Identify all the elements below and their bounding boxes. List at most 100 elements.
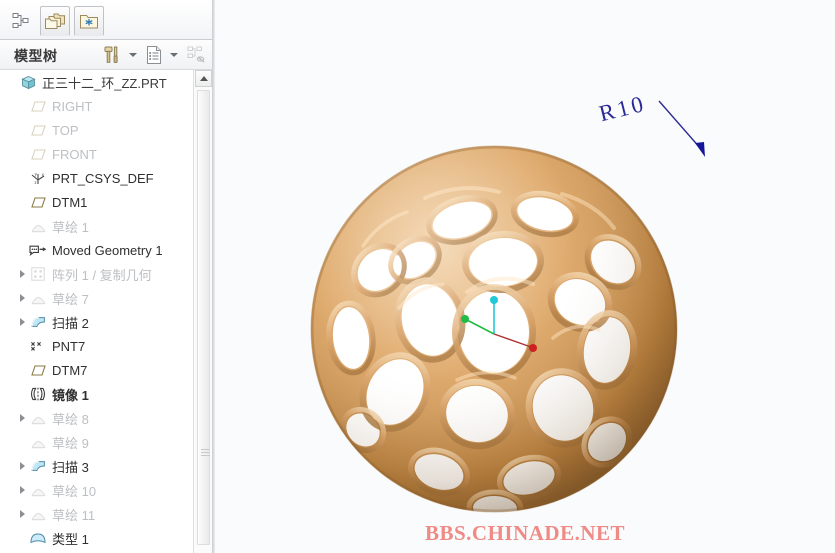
tree-row[interactable]: 草绘 1	[0, 214, 211, 238]
expand-spacer	[16, 190, 28, 214]
tree-row-label: 草绘 10	[52, 483, 97, 499]
tree-row-label: 草绘 8	[52, 411, 89, 427]
tree-row-label: 扫描 3	[52, 459, 89, 475]
tree-hierarchy-icon	[12, 13, 29, 28]
model-tree-tab[interactable]	[6, 6, 36, 36]
tree-row[interactable]: 镜像 1	[0, 382, 211, 406]
tools-button[interactable]	[101, 44, 123, 66]
expand-arrow-icon[interactable]	[16, 454, 28, 478]
tools-dropdown[interactable]	[126, 44, 140, 66]
svg-text:y: y	[35, 171, 38, 176]
tree-row[interactable]: DTM1	[0, 190, 211, 214]
folder-star-icon	[80, 15, 98, 29]
tree-row[interactable]: TOP	[0, 118, 211, 142]
tree-filter-disabled-icon	[187, 46, 205, 63]
model-3d-lattice-sphere[interactable]	[307, 142, 682, 517]
annotation-leader-line	[658, 100, 705, 157]
tree-row[interactable]: Moved Geometry 1	[0, 238, 211, 262]
expand-spacer	[16, 526, 28, 550]
tree-row[interactable]: 草绘 8	[0, 406, 211, 430]
sketch-icon	[28, 288, 48, 308]
sketch-icon	[28, 216, 48, 236]
tree-row[interactable]: 草绘 10	[0, 478, 211, 502]
expand-arrow-icon[interactable]	[16, 406, 28, 430]
radius-annotation-label[interactable]: R10	[597, 91, 649, 128]
model-tree-header: 模型树	[0, 40, 212, 70]
expand-spacer	[16, 214, 28, 238]
site-watermark: BBS.CHINADE.NET	[424, 521, 626, 545]
tree-scrollbar[interactable]	[193, 70, 212, 553]
tree-row[interactable]: 阵列 1 / 复制几何	[0, 262, 211, 286]
tree-row[interactable]: y z x PRT_CSYS_DEF	[0, 166, 211, 190]
tree-row-label: 扫描 2	[52, 315, 89, 331]
tree-row[interactable]: 草绘 7	[0, 286, 211, 310]
expand-spacer	[6, 70, 18, 94]
scroll-thumb[interactable]	[197, 90, 210, 545]
tree-row[interactable]: DTM7	[0, 358, 211, 382]
tree-row-label: 类型 1	[52, 531, 89, 547]
chevron-down-icon	[129, 53, 137, 57]
tree-row[interactable]: 草绘 9	[0, 430, 211, 454]
tree-row[interactable]: RIGHT	[0, 94, 211, 118]
tree-row-label: RIGHT	[52, 98, 93, 114]
mirror-icon	[28, 384, 48, 404]
lattice-sphere-render	[310, 145, 678, 513]
folders-icon	[45, 13, 65, 29]
datum-plane-icon	[28, 96, 48, 116]
datum-plane-icon	[28, 120, 48, 140]
tree-row-label: 镜像 1	[52, 387, 89, 403]
sketch-icon	[28, 480, 48, 500]
tree-row[interactable]: 类型 1	[0, 526, 211, 550]
tree-row[interactable]: 草绘 11	[0, 502, 211, 526]
panel-tabstrip	[0, 0, 212, 40]
expand-spacer	[16, 430, 28, 454]
part-cube-icon	[18, 72, 38, 92]
sketch-icon	[28, 504, 48, 524]
type-icon	[28, 528, 48, 548]
tree-row-label: FRONT	[52, 146, 97, 162]
favorites-tab[interactable]	[74, 6, 104, 36]
sketch-icon	[28, 408, 48, 428]
moved-geometry-icon	[28, 240, 48, 260]
tree-filter-button	[186, 44, 208, 66]
tree-row-label: DTM7	[52, 362, 88, 378]
settings-dropdown[interactable]	[167, 44, 181, 66]
point-icon	[28, 336, 48, 356]
graphics-viewport[interactable]: R10 BBS.CHINADE.NET	[215, 0, 835, 553]
tree-row-label: 草绘 1	[52, 219, 89, 235]
settings-list-button[interactable]	[144, 44, 164, 66]
panel-title: 模型树	[14, 48, 58, 64]
expand-arrow-icon[interactable]	[16, 262, 28, 286]
expand-spacer	[16, 142, 28, 166]
tree-row-label: TOP	[52, 122, 79, 138]
expand-spacer	[16, 118, 28, 142]
list-document-icon	[147, 46, 161, 64]
pattern-icon	[28, 264, 48, 284]
tree-row-label: DTM1	[52, 194, 88, 210]
folder-browser-tab[interactable]	[40, 6, 70, 36]
tree-row-label: 阵列 1 / 复制几何	[52, 267, 152, 283]
datum-plane-icon	[28, 144, 48, 164]
tree-row-label: Moved Geometry 1	[52, 242, 163, 258]
chevron-down-icon	[170, 53, 178, 57]
tree-row-label: 草绘 9	[52, 435, 89, 451]
scroll-thumb-grip	[201, 449, 210, 458]
tree-row-label: 正三十二_环_ZZ.PRT	[42, 75, 167, 91]
expand-arrow-icon[interactable]	[16, 502, 28, 526]
tree-row-label: PNT7	[52, 338, 86, 354]
tree-row[interactable]: FRONT	[0, 142, 211, 166]
tree-row[interactable]: PNT7	[0, 334, 211, 358]
csys-icon: yzx	[28, 168, 48, 188]
expand-arrow-icon[interactable]	[16, 310, 28, 334]
tree-row[interactable]: 正三十二_环_ZZ.PRT	[0, 70, 211, 94]
model-tree-list[interactable]: 正三十二_环_ZZ.PRT RIGHT TOP FRONT y z x PRT_CSYS_DE…	[0, 70, 212, 553]
datum-plane-icon	[28, 192, 48, 212]
expand-arrow-icon[interactable]	[16, 478, 28, 502]
tree-row[interactable]: 扫描 3	[0, 454, 211, 478]
scroll-up-button[interactable]	[195, 70, 212, 87]
expand-spacer	[16, 334, 28, 358]
sweep-icon	[28, 456, 48, 476]
expand-arrow-icon[interactable]	[16, 286, 28, 310]
tree-row[interactable]: 扫描 2	[0, 310, 211, 334]
hammer-tools-icon	[104, 46, 118, 63]
